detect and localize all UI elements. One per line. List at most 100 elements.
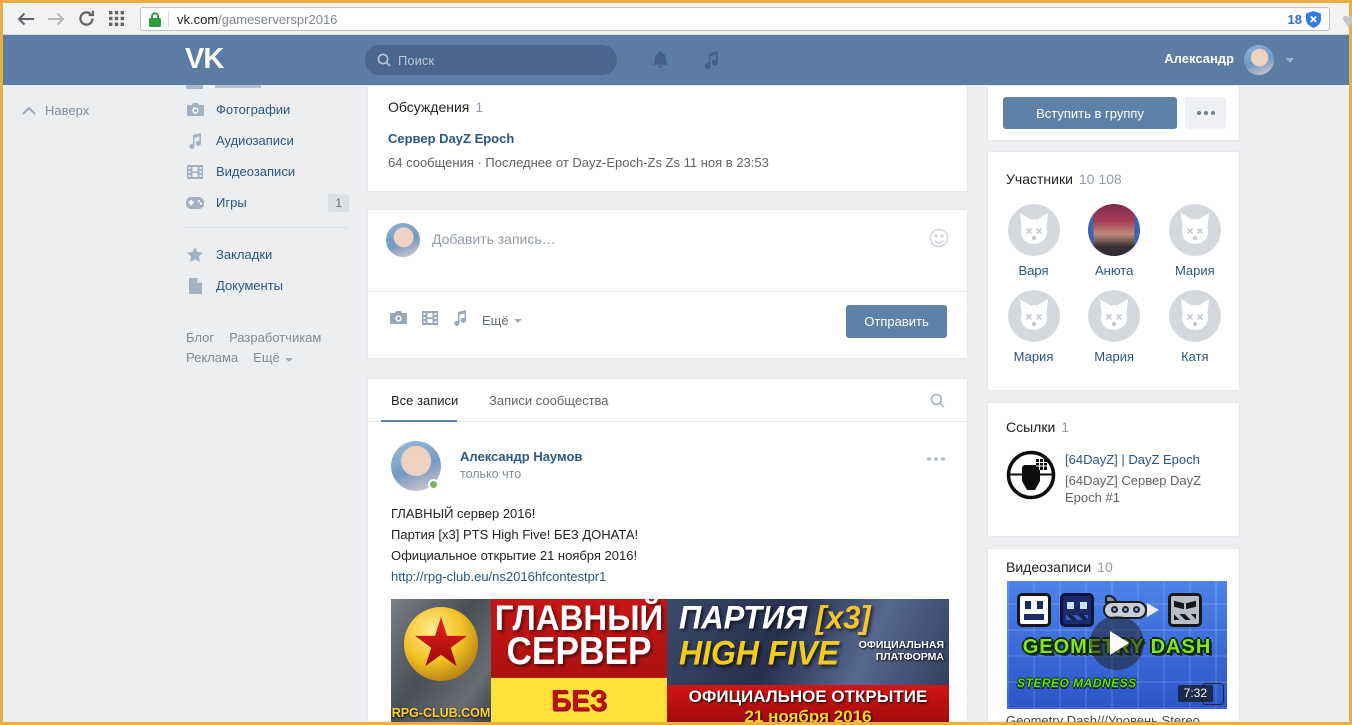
wall-search-button[interactable] [930,393,945,413]
member-name[interactable]: Мария [1175,263,1215,278]
post-text: ГЛАВНЫЙ сервер 2016! Партия [x3] PTS Hig… [391,503,638,587]
links-title[interactable]: Ссылки 1 [1006,419,1069,435]
composer-more-button[interactable]: Ещё [482,313,522,328]
composer-avatar [386,223,420,257]
banner-no-donate-strip: БЕЗ ДОНАТА [491,677,667,722]
member-item[interactable]: Анюта [1087,204,1142,278]
document-icon [186,277,204,294]
music-note-icon [186,132,204,149]
member-name[interactable]: Мария [1094,349,1134,364]
post-author-name[interactable]: Александр Наумов [460,449,582,464]
banner-platform-label: ОФИЦИАЛЬНАЯ ПЛАТФОРМА [858,639,944,663]
member-name[interactable]: Катя [1181,349,1209,364]
games-count-badge: 1 [328,193,349,212]
members-title[interactable]: Участники 10 108 [1006,171,1122,187]
discussion-topic-link[interactable]: Сервер DayZ Epoch [388,131,514,146]
back-button[interactable] [11,6,41,32]
back-to-top[interactable]: Наверх [22,103,89,118]
sidebar-item-label: Документы [216,278,284,293]
emoji-button[interactable] [929,228,949,253]
videos-card: Видеозаписи 10 GEOMETRY DASH STEREO MADNE… [987,548,1240,722]
member-item[interactable]: Мария [1167,204,1222,278]
notifications-button[interactable] [652,51,669,74]
adblock-counter: 18 [1287,11,1302,27]
play-button[interactable] [1090,616,1144,670]
reload-button[interactable] [71,6,101,32]
composer-placeholder[interactable]: Добавить запись… [432,231,556,247]
attach-audio-button[interactable] [453,310,467,331]
post-line: Официальное открытие 21 ноября 2016! [391,548,638,563]
composer-divider [368,291,967,292]
chevron-down-icon [284,358,293,362]
clipped-menu-item-label [215,85,261,88]
vk-logo[interactable]: VK [185,43,224,76]
chevron-down-icon [513,318,522,323]
search-input[interactable] [398,52,588,68]
post-attached-image[interactable]: RPG-CLUB.COM ГЛАВНЫЙ СЕРВЕР БЕЗ ДОНАТА П… [391,599,949,722]
footer-link-ads[interactable]: Реклама [186,350,238,365]
video-title-link[interactable]: Geometry Dash///Уровень Stereo [1006,713,1200,722]
bell-icon [652,51,669,68]
film-icon [422,311,438,325]
footer-link-more[interactable]: Ещё [253,350,293,365]
address-bar[interactable]: vk.com/gameserverspr2016 18 [140,7,1330,31]
forward-button[interactable] [41,6,71,32]
header-search[interactable] [365,45,617,75]
post-line: Партия [x3] PTS High Five! БЕЗ ДОНАТА! [391,527,639,542]
group-options-button[interactable] [1185,97,1226,129]
sidebar-item-documents[interactable]: Документы [177,270,353,301]
default-dog-avatar [1088,290,1140,342]
member-item[interactable]: Мария [1006,290,1061,364]
adblock-shield-icon[interactable] [1306,10,1321,28]
sidebar-item-photos[interactable]: Фотографии [177,94,353,125]
post-actions-button[interactable] [927,457,945,461]
sidebar-item-games[interactable]: Игры 1 [177,187,353,218]
post-composer-card: Добавить запись… Ещё Отправить [367,209,968,359]
camera-icon [186,102,204,117]
post-link[interactable]: http://rpg-club.eu/ns2016hfcontestpr1 [391,566,638,587]
discussion-topic-meta: 64 сообщения · Последнее от Dayz-Epoch-Z… [388,155,769,170]
clipped-menu-item-icon [186,85,203,89]
members-count: 10 108 [1078,171,1122,187]
member-item[interactable]: Мария [1087,290,1142,364]
video-thumbnail[interactable]: GEOMETRY DASH STEREO MADNESS 7:32 [1007,581,1227,709]
member-item[interactable]: Варя [1006,204,1061,278]
banner-site-label: RPG-CLUB.COM [391,706,491,720]
sidebar-item-label: Аудиозаписи [216,133,294,148]
member-name[interactable]: Варя [1018,263,1048,278]
header-user-name[interactable]: Александр [1164,51,1234,66]
header-avatar[interactable] [1244,45,1274,75]
sidebar-item-bookmarks[interactable]: Закладки [177,239,353,270]
tab-community-posts[interactable]: Записи сообщества [489,393,609,408]
post-timestamp[interactable]: только что [460,467,521,481]
send-post-button[interactable]: Отправить [846,305,947,338]
chevron-up-icon [22,106,36,115]
reload-icon [78,10,94,26]
banner-left-section: RPG-CLUB.COM [391,599,491,722]
apps-grid-icon [108,11,124,26]
tab-all-posts[interactable]: Все записи [391,393,458,408]
sidebar-item-audio[interactable]: Аудиозаписи [177,125,353,156]
music-button[interactable] [703,51,719,74]
sidebar-item-label: Фотографии [216,102,291,117]
https-lock-icon [149,11,161,27]
sidebar-item-video[interactable]: Видеозаписи [177,156,353,187]
footer-link-blog[interactable]: Блог [186,330,214,345]
join-card: Вступить в группу [987,85,1240,141]
videos-title[interactable]: Видеозаписи 10 [1006,559,1113,575]
member-name[interactable]: Мария [1014,349,1054,364]
join-group-button[interactable]: Вступить в группу [1003,97,1177,129]
attach-photo-button[interactable] [390,311,407,330]
member-item[interactable]: Катя [1167,290,1222,364]
apps-grid-button[interactable] [101,6,131,32]
sidebar-item-label: Игры [216,195,247,210]
footer-link-developers[interactable]: Разработчикам [229,330,321,345]
group-link-title[interactable]: [64DayZ] | DayZ Epoch [1065,452,1200,467]
user-menu-caret-icon[interactable] [1286,58,1294,63]
footer-links-row2: Реклама Ещё [186,350,293,365]
members-card: Участники10 108 Варя Анюта Мария Мария [987,151,1240,391]
star-icon [186,247,204,262]
member-name[interactable]: Анюта [1095,263,1133,278]
attach-video-button[interactable] [422,311,438,330]
link-thumbnail[interactable] [1006,450,1056,505]
